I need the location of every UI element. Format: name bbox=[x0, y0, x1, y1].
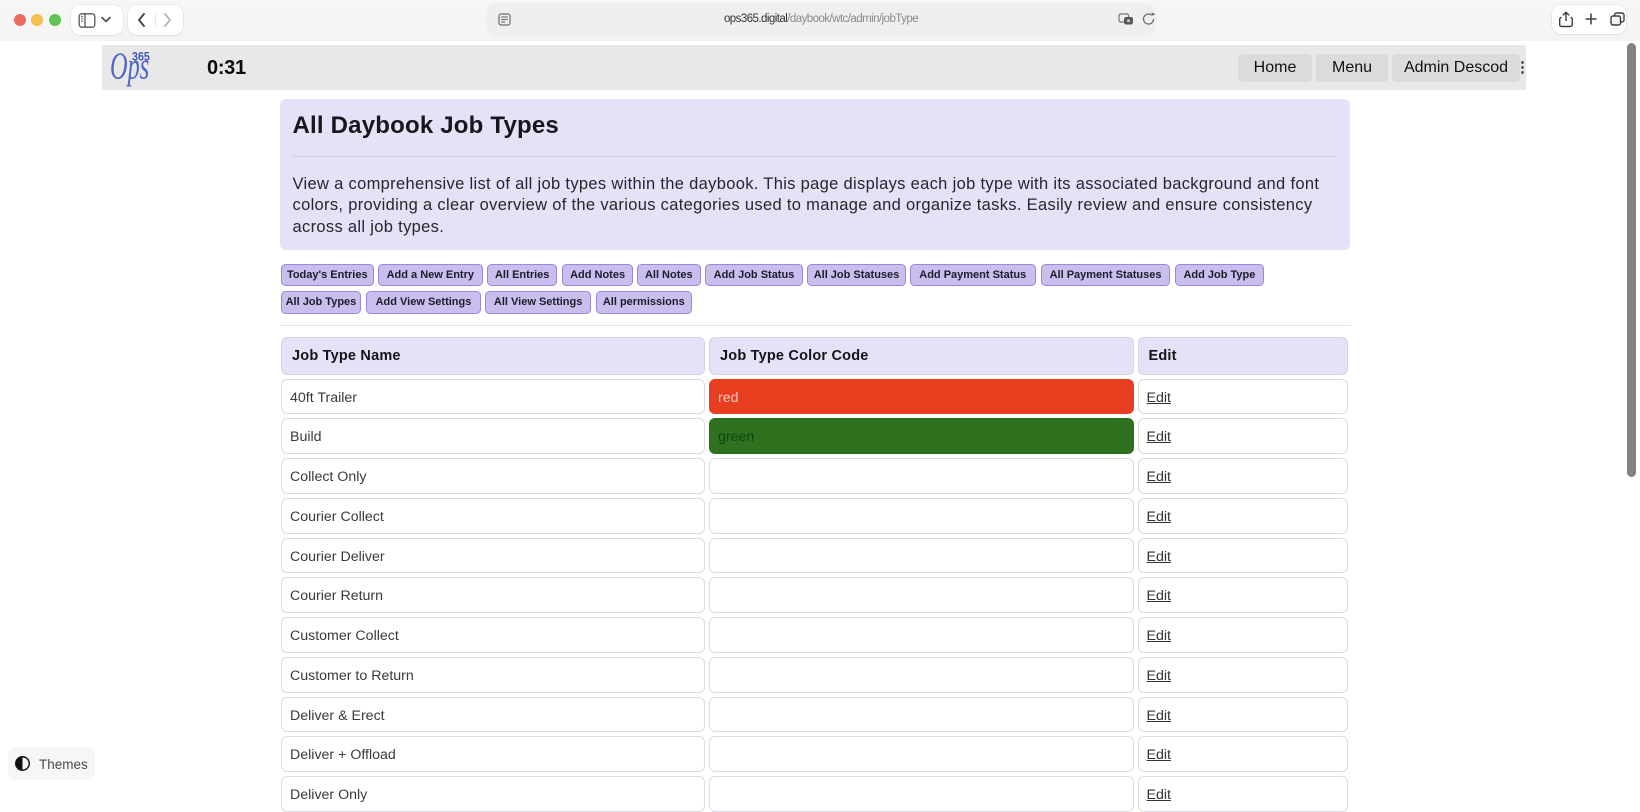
svg-text:365: 365 bbox=[132, 51, 150, 64]
